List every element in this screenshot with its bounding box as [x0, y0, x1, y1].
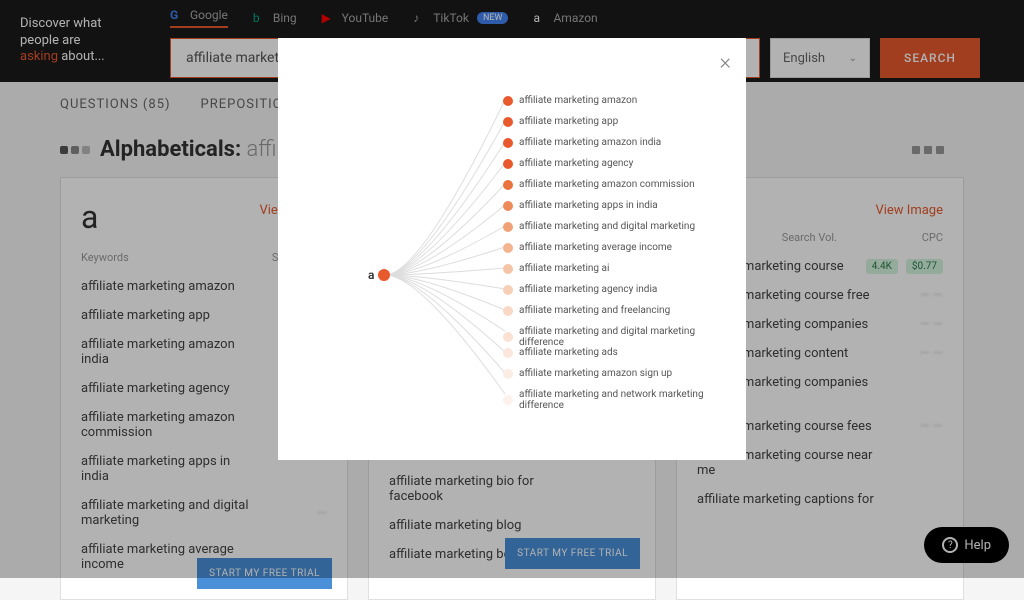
branch-label: affiliate marketing average income: [519, 242, 672, 253]
branch-dot-icon: [503, 201, 513, 211]
branch-label: affiliate marketing amazon sign up: [519, 368, 672, 379]
branch-label: affiliate marketing ai: [519, 263, 609, 274]
branch-label: affiliate marketing and digital marketin…: [519, 221, 695, 232]
branch-label: affiliate marketing amazon commission: [519, 179, 695, 190]
branch-node[interactable]: affiliate marketing amazon india: [503, 137, 661, 148]
branch-dot-icon: [503, 159, 513, 169]
branch-node[interactable]: affiliate marketing ai: [503, 263, 609, 274]
branch-node[interactable]: affiliate marketing average income: [503, 242, 672, 253]
branch-label: affiliate marketing and digital marketin…: [519, 326, 716, 348]
branch-dot-icon: [503, 306, 513, 316]
branch-label: affiliate marketing agency india: [519, 284, 657, 295]
branch-dot-icon: [503, 117, 513, 127]
branch-lines: [380, 68, 510, 428]
branch-dot-icon: [503, 332, 513, 342]
branch-node[interactable]: affiliate marketing amazon sign up: [503, 368, 672, 379]
branch-dot-icon: [503, 138, 513, 148]
branch-label: affiliate marketing amazon: [519, 95, 637, 106]
branch-dot-icon: [503, 180, 513, 190]
branch-label: affiliate marketing apps in india: [519, 200, 658, 211]
branch-node[interactable]: affiliate marketing and freelancing: [503, 305, 670, 316]
radial-visualization: a affiliate marketing amazon affiliate ma…: [308, 68, 716, 430]
branch-dot-icon: [503, 96, 513, 106]
branch-label: affiliate marketing agency: [519, 158, 633, 169]
center-label: a: [368, 268, 374, 282]
branch-node[interactable]: affiliate marketing apps in india: [503, 200, 658, 211]
branch-label: affiliate marketing and freelancing: [519, 305, 670, 316]
branch-node[interactable]: affiliate marketing agency: [503, 158, 633, 169]
branch-dot-icon: [503, 395, 513, 405]
branch-label: affiliate marketing and network marketin…: [519, 389, 716, 411]
branch-dot-icon: [503, 285, 513, 295]
branch-node[interactable]: affiliate marketing and digital marketin…: [503, 326, 716, 348]
branch-dot-icon: [503, 222, 513, 232]
center-dot-icon: [378, 269, 390, 281]
branch-node[interactable]: affiliate marketing amazon: [503, 95, 637, 106]
branch-dot-icon: [503, 243, 513, 253]
close-icon[interactable]: ×: [719, 50, 731, 75]
visualization-modal: × a affiliate marketing amazon affiliate …: [278, 38, 746, 460]
branch-label: affiliate marketing amazon india: [519, 137, 661, 148]
branch-dot-icon: [503, 348, 513, 358]
branch-dot-icon: [503, 264, 513, 274]
branch-node[interactable]: affiliate marketing agency india: [503, 284, 657, 295]
branch-node[interactable]: affiliate marketing and digital marketin…: [503, 221, 695, 232]
branch-node[interactable]: affiliate marketing and network marketin…: [503, 389, 716, 411]
branch-node[interactable]: affiliate marketing amazon commission: [503, 179, 695, 190]
branch-node[interactable]: affiliate marketing app: [503, 116, 618, 127]
center-node[interactable]: a: [368, 268, 390, 282]
branch-label: affiliate marketing app: [519, 116, 618, 127]
branch-label: affiliate marketing ads: [519, 347, 618, 358]
branch-dot-icon: [503, 369, 513, 379]
branch-node[interactable]: affiliate marketing ads: [503, 347, 618, 358]
